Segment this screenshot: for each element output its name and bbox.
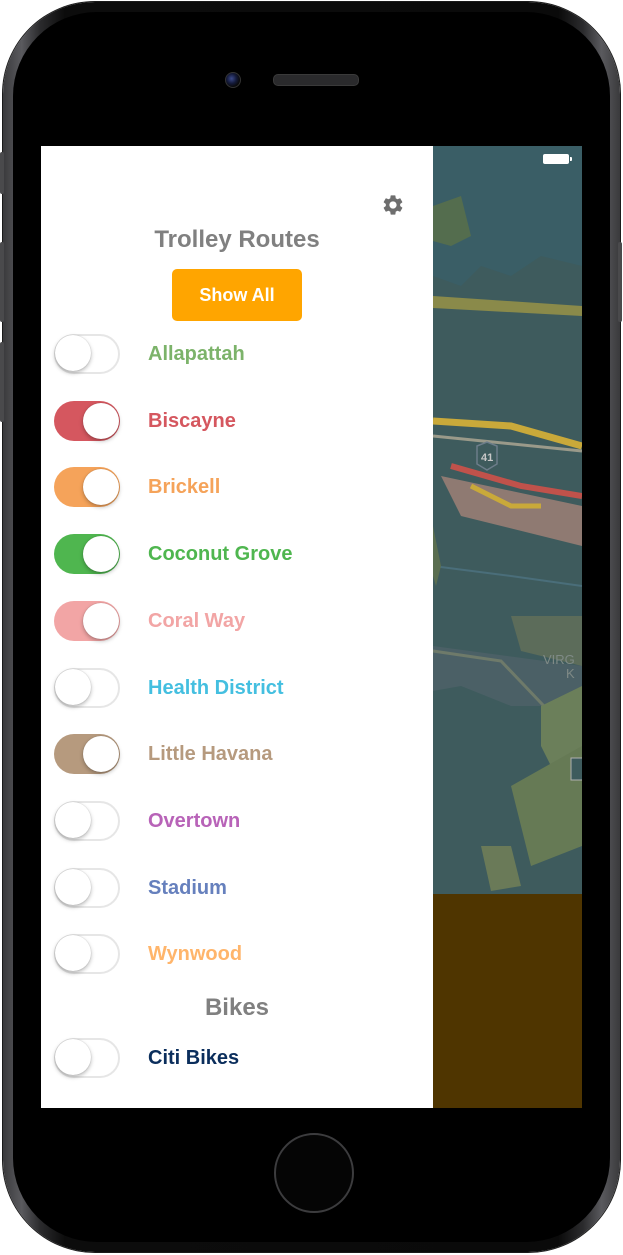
route-toggle[interactable]: [54, 600, 120, 641]
volume-down-button: [0, 342, 4, 422]
mute-switch: [0, 152, 4, 194]
highway-shield-label: 41: [481, 452, 493, 464]
screen: 41 VIRG K Trolley Routes Show All Allapa…: [41, 146, 582, 1108]
route-label: Little Havana: [148, 743, 273, 766]
route-label: Coral Way: [148, 609, 246, 632]
route-toggle[interactable]: [54, 400, 120, 441]
home-button[interactable]: [274, 1133, 354, 1213]
toggle-knob: [55, 335, 91, 371]
trolley-routes-title: Trolley Routes: [154, 226, 320, 253]
earpiece-speaker: [273, 74, 359, 86]
route-toggle[interactable]: [54, 334, 120, 374]
volume-up-button: [0, 242, 4, 322]
show-all-button[interactable]: Show All: [172, 269, 302, 321]
route-row: Citi Bikes: [41, 1036, 433, 1080]
route-row: Coral Way: [41, 599, 433, 643]
route-row: Coconut Grove: [41, 532, 433, 576]
route-row: Little Havana: [41, 732, 433, 776]
route-label: Allapattah: [148, 343, 245, 365]
route-toggle[interactable]: [54, 734, 120, 775]
route-row: Overtown: [41, 799, 433, 843]
toggle-knob: [83, 469, 119, 506]
route-row: Wynwood: [41, 932, 433, 976]
toggle-knob: [55, 935, 91, 972]
toggle-knob: [83, 602, 119, 639]
toggle-knob: [83, 536, 119, 573]
front-camera: [225, 72, 241, 88]
route-toggle[interactable]: [54, 867, 120, 908]
battery-icon: [543, 154, 572, 164]
route-label: Stadium: [148, 876, 227, 899]
toggle-knob: [83, 736, 119, 773]
bikes-title: Bikes: [204, 994, 270, 1021]
route-label: Coconut Grove: [148, 543, 293, 566]
toggle-knob: [83, 402, 119, 439]
map-place-label: VIRG: [543, 652, 575, 667]
route-toggle[interactable]: [54, 1038, 120, 1078]
route-toggle[interactable]: [54, 800, 120, 841]
side-drawer: Trolley Routes Show All Allapattah Biscay…: [41, 146, 433, 1108]
route-toggle[interactable]: [54, 934, 120, 975]
map-overlay-panel: [433, 894, 582, 1108]
route-row: Biscayne: [41, 399, 433, 443]
route-label: Biscayne: [148, 409, 236, 432]
route-label: Wynwood: [148, 943, 243, 966]
route-toggle[interactable]: [54, 534, 120, 575]
route-row: Brickell: [41, 465, 433, 509]
toggle-knob: [55, 1039, 91, 1075]
route-label: Health District: [148, 676, 284, 699]
route-row: Health District: [41, 666, 433, 710]
route-toggle[interactable]: [54, 467, 120, 508]
route-toggle[interactable]: [54, 667, 120, 708]
gear-icon[interactable]: [381, 193, 405, 217]
toggle-knob: [55, 668, 91, 705]
map-place-label-2: K: [566, 666, 575, 681]
route-row: Stadium: [41, 866, 433, 910]
power-button: [618, 242, 622, 322]
route-label: Overtown: [148, 809, 241, 832]
route-row: Allapattah: [41, 332, 433, 376]
toggle-knob: [55, 801, 91, 838]
route-label: Brickell: [148, 476, 221, 499]
route-label: Citi Bikes: [148, 1047, 240, 1069]
toggle-knob: [55, 868, 91, 905]
